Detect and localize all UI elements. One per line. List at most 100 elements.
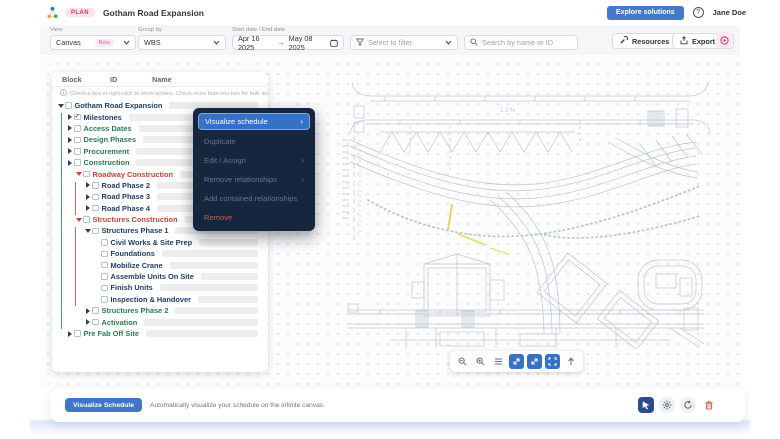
visualize-schedule-button[interactable]: Visualize Schedule [65,398,143,412]
select-tool-button[interactable] [638,397,654,413]
tree-row-label: Activation [101,317,138,327]
view-select[interactable]: Canvas Beta [50,35,136,50]
tree-row-label: Pre Fab Off Site [83,329,139,338]
tree-expander-icon[interactable] [57,103,64,108]
date-range-picker[interactable]: Apr 16 2025 → May 08 2025 [232,33,344,52]
tree-expander-icon[interactable] [84,182,91,189]
context-menu-item[interactable]: Visualize schedule › [198,113,310,130]
context-menu-item-label: Add contained relationships [204,194,298,203]
row-checkbox[interactable] [101,273,108,280]
delete-button[interactable] [701,397,717,413]
tree-row[interactable]: Civil Works & Site Prep [52,237,268,248]
row-checkbox[interactable] [101,284,108,292]
search-box [464,35,578,50]
row-checkbox[interactable] [92,193,99,201]
user-name[interactable]: Jane Doe [713,8,746,17]
calendar-icon [330,39,338,47]
chevron-down-icon [213,40,220,45]
row-checkbox[interactable] [101,261,108,269]
tree-expander-icon[interactable] [84,205,91,212]
tree-row[interactable]: Foundations [52,248,268,259]
infinite-canvas[interactable]: 1 2 % Block ID Name Check a box or right… [40,55,740,388]
fit-view-button[interactable] [491,354,506,369]
tree-row[interactable]: Finish Units [52,282,268,293]
tree-expander-icon[interactable] [84,228,91,233]
row-checkbox[interactable] [92,227,99,235]
search-input[interactable] [482,38,572,47]
context-menu-item[interactable]: Edit / Assign › [198,151,310,170]
row-checkbox[interactable] [92,307,99,314]
row-checkbox[interactable]: ✓ [74,113,81,121]
link-mode-button[interactable] [509,354,524,369]
tree-row[interactable]: Activation [52,316,268,327]
row-checkbox[interactable] [65,102,72,109]
row-checkbox[interactable] [74,125,81,132]
row-checkbox[interactable] [74,148,81,155]
tree-row-label: Civil Works & Site Prep [110,237,193,247]
row-checkbox[interactable] [74,136,81,144]
tree-row[interactable]: Pre Fab Off Site [52,328,268,339]
tree-expander-icon[interactable] [66,114,73,121]
row-checkbox[interactable] [101,239,108,246]
filter-select[interactable]: Select to filter [350,35,458,50]
export-label: Export [692,36,716,46]
tree-row-label: Procurement [83,146,130,156]
column-header-id: ID [110,75,118,84]
row-checkbox[interactable] [74,330,81,337]
refresh-button[interactable] [680,397,696,413]
row-filler-bar [175,307,258,315]
diagonal-arrow-icon [512,354,521,369]
cursor-icon [641,398,651,413]
context-menu-item[interactable]: Remove relationships › [198,170,310,189]
row-checkbox[interactable] [92,204,99,212]
context-menu-item[interactable]: Duplicate [198,132,310,151]
bottom-actions [638,397,717,413]
wrench-icon [620,35,629,46]
tree-expander-icon[interactable] [75,172,82,177]
context-menu-item[interactable]: Add contained relationships [198,189,310,208]
chevron-down-icon [123,40,130,45]
filter-placeholder: Select to filter [368,38,413,47]
tree-expander-icon[interactable] [84,319,91,326]
tree-expander-icon[interactable] [66,159,73,166]
tree-row-label: Structures Phase 2 [101,306,169,316]
help-icon[interactable]: ? [692,7,704,18]
tree-row[interactable]: Inspection & Handover [52,294,268,305]
settings-button[interactable] [659,397,675,413]
end-date-value: May 08 2025 [288,33,313,52]
tree-row-label: Road Phase 2 [101,180,150,190]
tree-hint: Check a box or right-click to show actio… [52,87,268,99]
context-menu-item[interactable]: Remove [198,208,310,227]
tree-row[interactable]: Structures Phase 2 [52,305,268,316]
expand-icon [548,354,557,369]
explore-solutions-button[interactable]: Explore solutions [606,5,684,20]
context-menu: Visualize schedule › Duplicate Edit / Assig… [193,108,315,231]
tree-expander-icon[interactable] [84,307,91,314]
expand-button[interactable] [545,354,560,369]
zoom-out-button[interactable] [455,354,470,369]
row-filler-bar [199,238,258,246]
tree-expander-icon[interactable] [75,217,82,222]
row-checkbox[interactable] [83,170,90,178]
group-by-select[interactable]: WBS [138,35,226,50]
context-menu-item-label: Visualize schedule [205,117,268,126]
row-checkbox[interactable] [101,250,108,258]
tree-row[interactable]: Assemble Units On Site [52,271,268,282]
row-checkbox[interactable] [92,182,99,189]
pan-mode-button[interactable] [527,354,542,369]
tree-row[interactable]: Mobilize Crane [52,259,268,270]
tree-expander-icon[interactable] [66,148,73,155]
run-icon[interactable] [716,32,732,48]
scroll-up-button[interactable] [563,354,578,369]
tree-expander-icon[interactable] [66,330,73,337]
resources-button[interactable]: Resources [612,33,678,49]
row-checkbox[interactable] [92,318,99,326]
tree-expander-icon[interactable] [84,193,91,200]
row-checkbox[interactable] [101,296,108,303]
row-checkbox[interactable] [74,159,81,166]
row-checkbox[interactable] [83,216,90,223]
tree-expander-icon[interactable] [66,125,73,132]
context-menu-item-label: Remove [204,213,233,222]
zoom-in-button[interactable] [473,354,488,369]
tree-expander-icon[interactable] [66,136,73,143]
